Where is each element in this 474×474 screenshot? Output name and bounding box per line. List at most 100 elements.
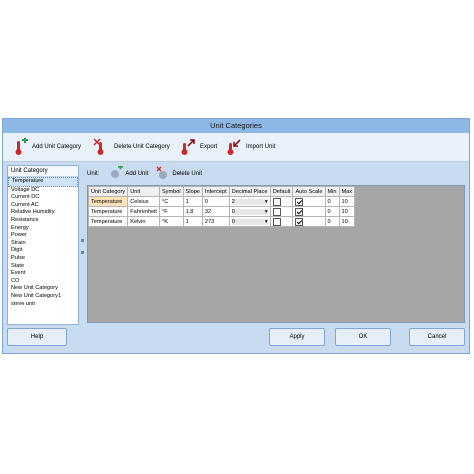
category-list-item[interactable]: Temperature	[8, 177, 78, 187]
decimal-place-cell[interactable]: 2 ▾	[228, 196, 271, 207]
import-icon	[225, 138, 243, 156]
symbol-cell[interactable]: °K	[158, 216, 184, 227]
max-cell[interactable]: 10	[338, 196, 356, 207]
category-list-item[interactable]: Digit	[8, 247, 78, 255]
table-header-row: Unit Category Unit Symbol Slope Intercept Dec…	[87, 186, 356, 197]
column-header[interactable]: Auto Scale	[292, 186, 326, 197]
default-checkbox[interactable]	[272, 197, 281, 206]
ok-button[interactable]: OK	[335, 328, 391, 346]
dialog-button-bar: Help Apply OK Cancel	[3, 325, 469, 353]
unit-grid: Unit Category Unit Symbol Slope Intercept Dec…	[87, 185, 465, 323]
delete-unit-category-button[interactable]: Delete Unit Category	[93, 137, 170, 157]
column-header[interactable]: Slope	[182, 186, 203, 197]
import-unit-button[interactable]: Import Unit	[225, 137, 275, 157]
slope-cell[interactable]: 1	[182, 196, 203, 207]
table-row[interactable]: Temperature Fahrenheit °F 1.8 32 0 ▾ 0 10	[87, 206, 356, 217]
category-list-item[interactable]: New Unit Category	[8, 285, 78, 293]
unit-category-cell[interactable]: Temperature	[87, 196, 129, 207]
symbol-cell[interactable]: °F	[158, 206, 184, 217]
intercept-cell[interactable]: 273	[201, 216, 230, 227]
thermometer-add-icon	[11, 137, 29, 156]
slope-cell[interactable]: 1	[182, 216, 203, 227]
decimal-place-value: 0	[231, 208, 235, 215]
column-header[interactable]: Unit Category	[87, 186, 129, 197]
column-header[interactable]: Min	[324, 186, 340, 197]
category-list-item[interactable]: Current DC	[8, 194, 78, 202]
decimal-place-value: 0	[231, 218, 235, 225]
min-cell[interactable]: 0	[324, 216, 340, 227]
default-checkbox[interactable]	[272, 217, 281, 226]
delete-unit-button[interactable]: Delete Unit	[156, 166, 202, 182]
slope-cell[interactable]: 1.8	[182, 206, 203, 217]
export-button[interactable]: Export	[179, 137, 217, 157]
column-header[interactable]: Decimal Place	[228, 186, 271, 197]
column-header[interactable]: Default	[269, 186, 294, 197]
decimal-place-dropdown[interactable]: 2 ▾	[231, 198, 268, 205]
chevron-down-icon: ▾	[264, 208, 268, 215]
column-header[interactable]: Max	[338, 186, 356, 197]
unit-category-header: Unit Category	[8, 166, 78, 177]
category-list-item[interactable]: Pulse	[8, 255, 78, 263]
delete-unit-category-label: Delete Unit Category	[114, 144, 170, 150]
unit-name-cell[interactable]: Fahrenheit	[127, 206, 160, 217]
category-list-item[interactable]: steve unit	[8, 301, 78, 309]
auto-scale-checkbox[interactable]	[295, 207, 304, 216]
import-unit-label: Import Unit	[246, 144, 276, 150]
default-checkbox[interactable]	[272, 207, 281, 216]
category-list-item[interactable]: Voltage DC	[8, 187, 78, 195]
category-list-item[interactable]: New Unit Category1	[8, 293, 78, 301]
min-cell[interactable]: 0	[324, 196, 340, 207]
intercept-cell[interactable]: 32	[201, 206, 230, 217]
unit-label: Unit:	[87, 171, 100, 177]
decimal-place-cell[interactable]: 0 ▾	[228, 206, 271, 217]
chevron-down-icon: ▾	[264, 198, 268, 205]
category-list-item[interactable]: Resistance	[8, 217, 78, 225]
delete-unit-icon	[156, 166, 170, 182]
add-unit-icon	[109, 164, 124, 182]
export-label: Export	[200, 144, 218, 150]
unit-category-cell[interactable]: Temperature	[87, 216, 129, 227]
category-list-item[interactable]: Energy	[8, 225, 78, 233]
category-list-item[interactable]: Power	[8, 232, 78, 240]
max-cell[interactable]: 10	[338, 206, 356, 217]
unit-name-cell[interactable]: Celsius	[127, 196, 160, 207]
category-items: Temperature Voltage DC Current DC Current A…	[8, 177, 78, 308]
column-header[interactable]: Symbol	[158, 186, 184, 197]
decimal-place-dropdown[interactable]: 0 ▾	[231, 208, 268, 215]
thermometer-delete-icon	[93, 138, 111, 156]
column-header[interactable]: Unit	[127, 186, 160, 197]
decimal-place-cell[interactable]: 0 ▾	[228, 216, 271, 227]
unit-category-list[interactable]: Unit Category Temperature Voltage DC Curre…	[7, 165, 79, 325]
unit-name-cell[interactable]: Kelvin	[127, 216, 160, 227]
auto-scale-cell	[292, 216, 326, 227]
cancel-button[interactable]: Cancel	[409, 328, 465, 346]
delete-unit-label: Delete Unit	[172, 171, 203, 177]
table-row[interactable]: Temperature Kelvin °K 1 273 0 ▾ 0 10	[87, 216, 356, 227]
category-list-item[interactable]: Strain	[8, 240, 78, 248]
category-list-item[interactable]: State	[8, 263, 78, 271]
splitter-grip-icon	[81, 239, 84, 242]
default-cell	[269, 216, 294, 227]
table-row[interactable]: Temperature Celsius °C 1 0 2 ▾ 0 10	[87, 196, 356, 207]
category-list-item[interactable]: Relative Humidity	[8, 209, 78, 217]
category-list-item[interactable]: Event	[8, 270, 78, 278]
unit-panel: Unit: Add Unit Delete Unit Unit Category…	[85, 164, 467, 325]
column-header[interactable]: Intercept	[201, 186, 230, 197]
add-unit-button[interactable]: Add Unit	[109, 164, 149, 182]
category-list-item[interactable]: Current AC	[8, 202, 78, 210]
unit-category-cell[interactable]: Temperature	[87, 206, 129, 217]
intercept-cell[interactable]: 0	[201, 196, 230, 207]
auto-scale-checkbox[interactable]	[295, 217, 304, 226]
apply-button[interactable]: Apply	[269, 328, 325, 346]
decimal-place-dropdown[interactable]: 0 ▾	[231, 218, 268, 225]
help-button[interactable]: Help	[7, 328, 67, 346]
add-unit-category-button[interactable]: Add Unit Category	[11, 137, 81, 157]
symbol-cell[interactable]: °C	[158, 196, 184, 207]
auto-scale-checkbox[interactable]	[295, 197, 304, 206]
add-unit-label: Add Unit	[125, 171, 149, 177]
default-cell	[269, 196, 294, 207]
category-list-item[interactable]: CO	[8, 278, 78, 286]
min-cell[interactable]: 0	[324, 206, 340, 217]
max-cell[interactable]: 10	[338, 216, 356, 227]
unit-categories-window: Unit Categories Add Unit Category Delete…	[2, 118, 470, 354]
